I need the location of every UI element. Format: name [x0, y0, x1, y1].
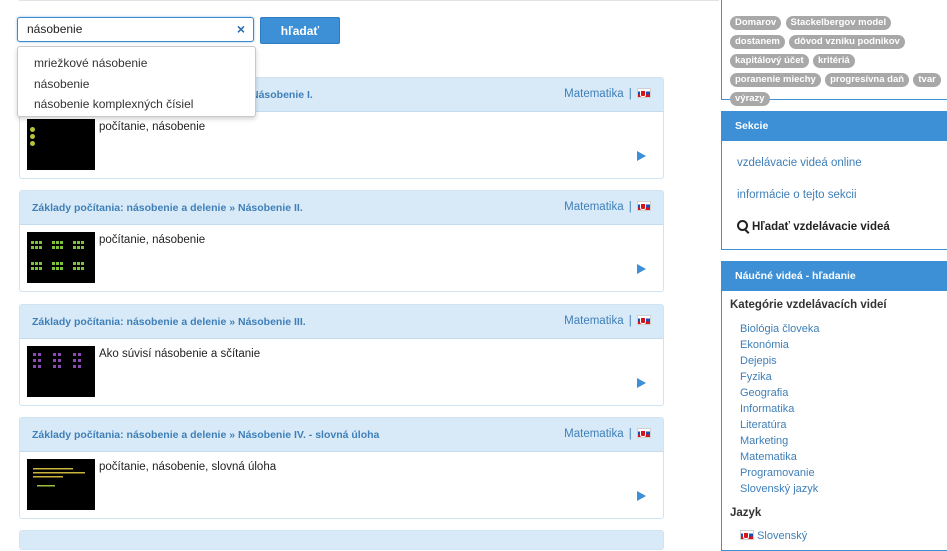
video-thumbnail[interactable] — [27, 346, 95, 397]
result-title-link[interactable]: Základy počítania: násobenie a delenie »… — [32, 316, 306, 328]
result-card-header: Základy počítania: násobenie a delenie »… — [20, 305, 663, 339]
result-category: Matematika | — [564, 315, 651, 327]
tag-cloud: Domarov Stackelbergov model dostanem dôv… — [729, 14, 941, 109]
result-description: počítanie, násobenie, slovná úloha — [99, 461, 277, 473]
separator: | — [628, 201, 632, 213]
tag[interactable]: poranenie miechy — [730, 73, 821, 87]
suggestion-item[interactable]: násobenie komplexných čísiel — [18, 94, 255, 115]
result-description: počítanie, násobenie — [99, 234, 206, 246]
video-thumbnail[interactable] — [27, 232, 95, 283]
result-card: Základy počítania: násobenie a delenie »… — [19, 417, 664, 519]
separator: | — [628, 88, 632, 100]
tag[interactable]: dôvod vzniku podnikov — [789, 35, 905, 49]
result-card-header: Základy počítania: násobenie a delenie »… — [20, 191, 663, 225]
video-thumbnail[interactable] — [27, 119, 95, 170]
category-item-ekonomia[interactable]: Ekonómia — [740, 339, 789, 351]
category-link[interactable]: Matematika — [564, 88, 623, 100]
category-item-biologia[interactable]: Biológia človeka — [740, 323, 820, 335]
tag[interactable]: progresívna daň — [825, 73, 910, 87]
play-icon[interactable] — [637, 264, 646, 274]
search-input[interactable] — [18, 18, 232, 41]
category-item-geografia[interactable]: Geografia — [740, 387, 788, 399]
play-icon[interactable] — [637, 491, 646, 501]
slovak-flag-icon — [740, 530, 754, 540]
result-card-header: Základy počítania: násobenie a delenie »… — [20, 418, 663, 452]
thumbnail-dot-grid — [31, 241, 84, 270]
search-videos-link[interactable]: Hľadať vzdelávacie videá — [737, 220, 890, 233]
tag[interactable]: výrazy — [730, 92, 770, 106]
search-videos-label: Hľadať vzdelávacie videá — [752, 221, 890, 233]
category-item-marketing[interactable]: Marketing — [740, 435, 788, 447]
tag[interactable]: tvar — [913, 73, 941, 87]
category-item-literatura[interactable]: Literatúra — [740, 419, 786, 431]
category-item-informatika[interactable]: Informatika — [740, 403, 794, 415]
suggestion-item[interactable]: mriežkové násobenie — [18, 53, 255, 74]
slovak-flag-icon — [637, 315, 651, 325]
thumbnail-dot-grid — [33, 353, 81, 368]
clear-icon[interactable]: × — [237, 21, 245, 37]
thumbnail-text-lines — [33, 468, 85, 487]
category-item-matematika[interactable]: Matematika — [740, 451, 797, 463]
category-item-programovanie[interactable]: Programovanie — [740, 467, 815, 479]
result-category: Matematika | — [564, 428, 651, 440]
tag[interactable]: kapitálový účet — [730, 54, 809, 68]
video-thumbnail[interactable] — [27, 459, 95, 510]
result-card: Základy počítania: násobenie a delenie »… — [19, 190, 664, 292]
top-divider — [19, 0, 719, 1]
result-category: Matematika | — [564, 201, 651, 213]
thumbnail-dot — [30, 141, 35, 146]
category-link[interactable]: Matematika — [564, 201, 623, 213]
result-description: počítanie, násobenie — [99, 121, 206, 133]
category-item-dejepis[interactable]: Dejepis — [740, 355, 777, 367]
result-title-link[interactable]: Základy počítania: násobenie a delenie »… — [32, 202, 303, 214]
naucne-title: Náučné videá - hľadanie — [722, 262, 947, 291]
sekcie-title: Sekcie — [722, 112, 947, 141]
suggestion-item[interactable]: násobenie — [18, 74, 255, 95]
category-link[interactable]: Matematika — [564, 315, 623, 327]
separator: | — [628, 315, 632, 327]
slovak-flag-icon — [637, 201, 651, 211]
language-item-slovensky[interactable]: Slovenský — [740, 530, 807, 542]
search-box[interactable]: × — [17, 17, 254, 42]
result-title-link[interactable]: Násobenie I. — [251, 89, 313, 101]
category-link[interactable]: Matematika — [564, 428, 623, 440]
search-icon — [737, 220, 748, 231]
category-item-fyzika[interactable]: Fyzika — [740, 371, 772, 383]
tag[interactable]: Domarov — [730, 16, 782, 30]
thumbnail-dot — [30, 134, 35, 139]
play-icon[interactable] — [637, 378, 646, 388]
category-item-slovensky-jazyk[interactable]: Slovenský jazyk — [740, 483, 818, 495]
language-item-label: Slovenský — [757, 530, 808, 542]
slovak-flag-icon — [637, 88, 651, 98]
search-suggestions: mriežkové násobenie násobenie násobenie … — [17, 46, 256, 117]
categories-heading: Kategórie vzdelávacích videí — [730, 299, 887, 311]
result-category: Matematika | — [564, 88, 651, 100]
language-heading: Jazyk — [730, 507, 762, 519]
play-icon[interactable] — [637, 151, 646, 161]
result-card-partial — [19, 530, 664, 550]
thumbnail-dot — [30, 127, 35, 132]
result-title-link[interactable]: Základy počítania: násobenie a delenie »… — [32, 429, 379, 441]
result-description: Ako súvisí násobenie a sčítanie — [99, 348, 261, 360]
tag[interactable]: kritériá — [812, 54, 855, 68]
tag[interactable]: dostanem — [730, 35, 785, 49]
search-button[interactable]: hľadať — [260, 17, 340, 44]
sekcie-link-online-videos[interactable]: vzdelávacie videá online — [737, 157, 862, 169]
separator: | — [628, 428, 632, 440]
result-card: Základy počítania: násobenie a delenie »… — [19, 304, 664, 406]
result-card-header — [20, 531, 663, 549]
sekcie-link-about[interactable]: informácie o tejto sekcii — [737, 189, 857, 201]
slovak-flag-icon — [637, 428, 651, 438]
tag[interactable]: Stackelbergov model — [785, 16, 892, 30]
